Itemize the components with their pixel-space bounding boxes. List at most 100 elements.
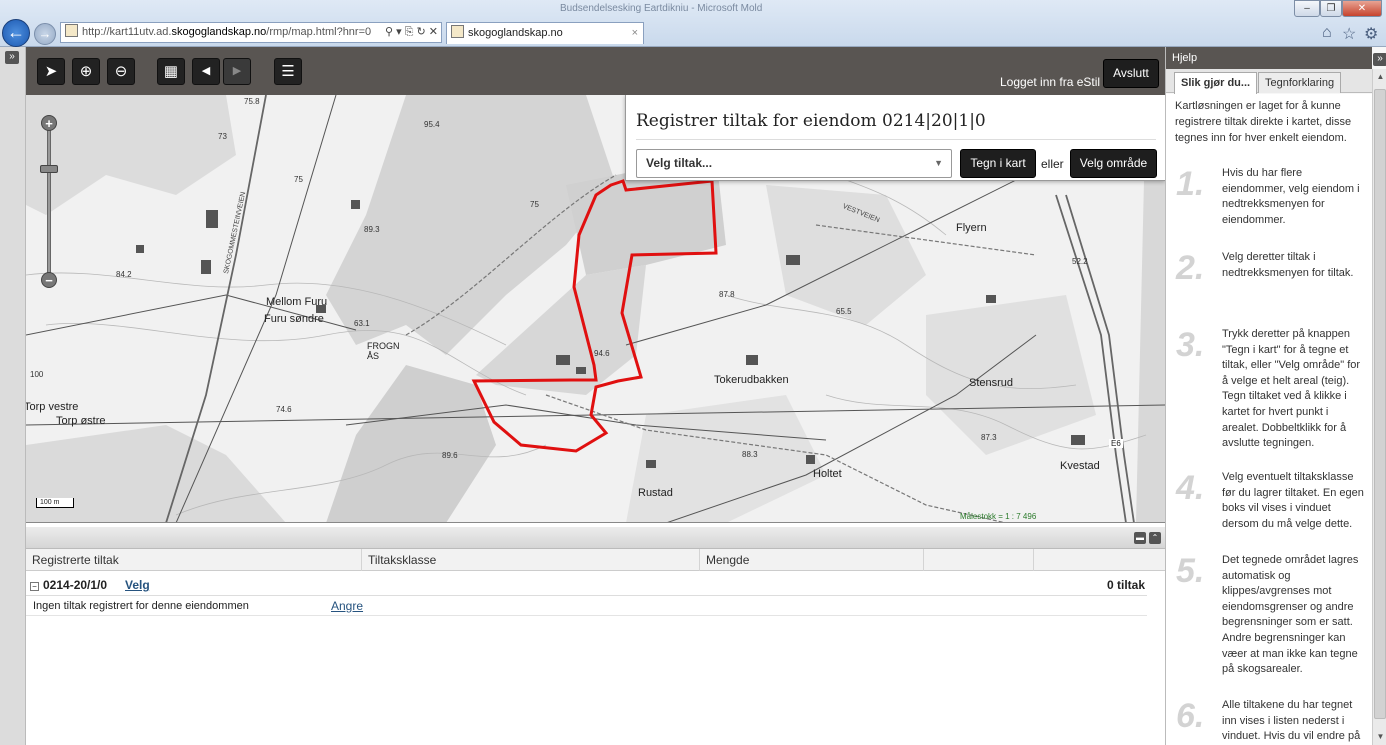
map-label-stensrud: Stensrud [969,377,1014,389]
map-label-e6: E6 [1109,439,1123,448]
address-controls[interactable]: ⚲ ▾ ⎘ ↻ ✕ [385,23,438,42]
height-label: 84.2 [116,270,132,279]
map-layers-icon[interactable]: ▦ [157,58,185,85]
height-label: 65.5 [836,307,852,316]
select-property-link[interactable]: Velg [125,578,150,592]
zoom-rail[interactable] [47,123,51,283]
step-number: 3. [1176,326,1205,364]
zoom-plus-icon[interactable]: + [41,115,57,131]
panel-header: ▬ ⌃ [26,527,1165,549]
expand-left-panel-icon[interactable]: » [5,51,19,64]
step-number: 4. [1176,469,1205,507]
close-window-button[interactable]: ✕ [1342,0,1382,17]
chevron-down-icon: ▼ [934,158,943,168]
help-intro: Kartløsningen er laget for å kunne regis… [1175,100,1352,144]
window-title: Budsendelsesking Eartdikniu - Microsoft … [560,3,763,14]
step-text: Velg deretter tiltak i nedtrekksmenyen f… [1222,251,1354,279]
register-measure-panel: Registrer tiltak for eiendom 0214|20|1|0… [625,95,1165,181]
height-label: 89.3 [364,225,380,234]
collapse-help-icon[interactable]: » [1373,53,1386,66]
measure-select-value: Velg tiltak... [646,156,713,170]
step-number: 2. [1176,249,1205,287]
step-text: Velg eventuelt tiltaksklasse før du lagr… [1222,471,1364,530]
draw-in-map-button[interactable]: Tegn i kart [960,149,1036,178]
scroll-up-icon[interactable]: ▲ [1373,69,1386,84]
column-header-amount[interactable]: Mengde [700,549,924,571]
zoom-in-icon[interactable]: ⊕ [72,58,100,85]
help-scrollbar[interactable]: ▲ ▼ [1372,69,1386,745]
collapse-toggle-icon[interactable]: − [30,582,39,591]
help-header: Hjelp [1166,47,1372,69]
home-icon[interactable]: ⌂ [1322,24,1332,42]
map-label-tokerudbakken: Tokerudbakken [714,374,789,386]
maximize-button[interactable]: ❐ [1320,0,1342,17]
logged-in-status: Logget inn fra eStil [1000,75,1101,89]
browser-chrome: Budsendelsesking Eartdikniu - Microsoft … [0,0,1386,47]
column-header-registered[interactable]: Registrerte tiltak [26,549,362,571]
height-label: 74.6 [276,405,292,414]
tab-how-to[interactable]: Slik gjør du... [1174,72,1258,94]
zoom-slider[interactable]: + − [40,115,58,293]
tools-gear-icon[interactable]: ⚙ [1364,24,1378,44]
height-label: 63.1 [354,319,370,328]
maximize-panel-icon[interactable]: ⌃ [1149,532,1161,544]
group-name[interactable]: −0214-20/1/0 [30,578,107,592]
measure-count: 0 tiltak [1106,578,1145,592]
forward-button[interactable]: → [34,23,56,45]
select-area-button[interactable]: Velg område [1070,149,1157,178]
height-label: 89.6 [442,451,458,460]
empty-message: Ingen tiltak registrert for denne eiendo… [33,600,249,612]
address-bar[interactable]: http://kart11utv.ad.skogoglandskap.no/rm… [60,22,442,43]
scroll-down-icon[interactable]: ▼ [1373,729,1386,744]
scale-bar: 100 m [36,498,74,508]
undo-link[interactable]: Angre [331,599,363,613]
step-text: Hvis du har flere eiendommer, velg eiend… [1222,167,1360,226]
zoom-minus-icon[interactable]: − [41,272,57,288]
minimize-panel-icon[interactable]: ▬ [1134,532,1146,544]
help-title: Hjelp [1172,52,1198,64]
favorites-star-icon[interactable]: ☆ [1342,24,1356,44]
map-label-rustad: Rustad [638,487,673,499]
height-label: 100 [30,370,44,379]
tab-favicon-icon [451,25,464,38]
panel-divider [636,139,1156,140]
map-toolbar: ➤ ⊕ ⊖ ▦ ◀ ▶ ☰ Logget inn fra eStil Avslu… [26,47,1165,95]
map-label-kvestad: Kvestad [1060,460,1100,472]
height-label: 94.6 [594,349,610,358]
table-row: Ingen tiltak registrert for denne eiendo… [26,596,1147,616]
height-label: 75 [530,200,539,209]
map-label-holtet: Holtet [813,468,842,480]
help-content: Kartløsningen er laget for å kunne regis… [1166,94,1372,745]
navigation-row: ← → http://kart11utv.ad.skogoglandskap.n… [0,18,1386,47]
measure-select[interactable]: Velg tiltak... ▼ [636,149,952,178]
browser-tab[interactable]: skogoglandskap.no × [446,22,644,44]
scroll-thumb[interactable] [1374,89,1386,719]
height-label: 88.3 [742,450,758,459]
map-canvas[interactable]: Mellom Furu Furu søndre FROGN ÅS Flyern … [26,95,1165,523]
zoom-out-icon[interactable]: ⊖ [107,58,135,85]
tab-close-icon[interactable]: × [632,23,638,43]
height-label: 87.8 [719,290,735,299]
list-icon[interactable]: ☰ [274,58,302,85]
column-header-extra [1034,549,1165,571]
zoom-handle[interactable] [40,165,58,173]
next-extent-icon[interactable]: ▶ [223,58,251,85]
group-id: 0214-20/1/0 [43,578,108,592]
minimize-button[interactable]: ‒ [1294,0,1320,17]
help-panel: Hjelp » Slik gjør du... Tegnforklaring K… [1165,47,1386,745]
step-text: Det tegnede området lagres automatisk og… [1222,554,1359,676]
logout-button[interactable]: Avslutt [1103,59,1159,88]
height-label: 75 [294,175,303,184]
previous-extent-icon[interactable]: ◀ [192,58,220,85]
map-label-furu-sondre: Furu søndre [264,313,324,325]
tab-legend[interactable]: Tegnforklaring [1258,72,1342,93]
height-label: 73 [218,132,227,141]
column-header-class[interactable]: Tiltaksklasse [362,549,700,571]
address-prefix: http://kart11utv.ad. [82,26,172,38]
height-label: 75.8 [244,97,260,106]
title-bar: Budsendelsesking Eartdikniu - Microsoft … [0,0,1386,18]
select-arrow-icon[interactable]: ➤ [37,58,65,85]
map-label-flyern: Flyern [956,222,987,234]
property-group-row[interactable]: −0214-20/1/0 Velg 0 tiltak [26,574,1147,596]
back-button[interactable]: ← [2,19,30,47]
